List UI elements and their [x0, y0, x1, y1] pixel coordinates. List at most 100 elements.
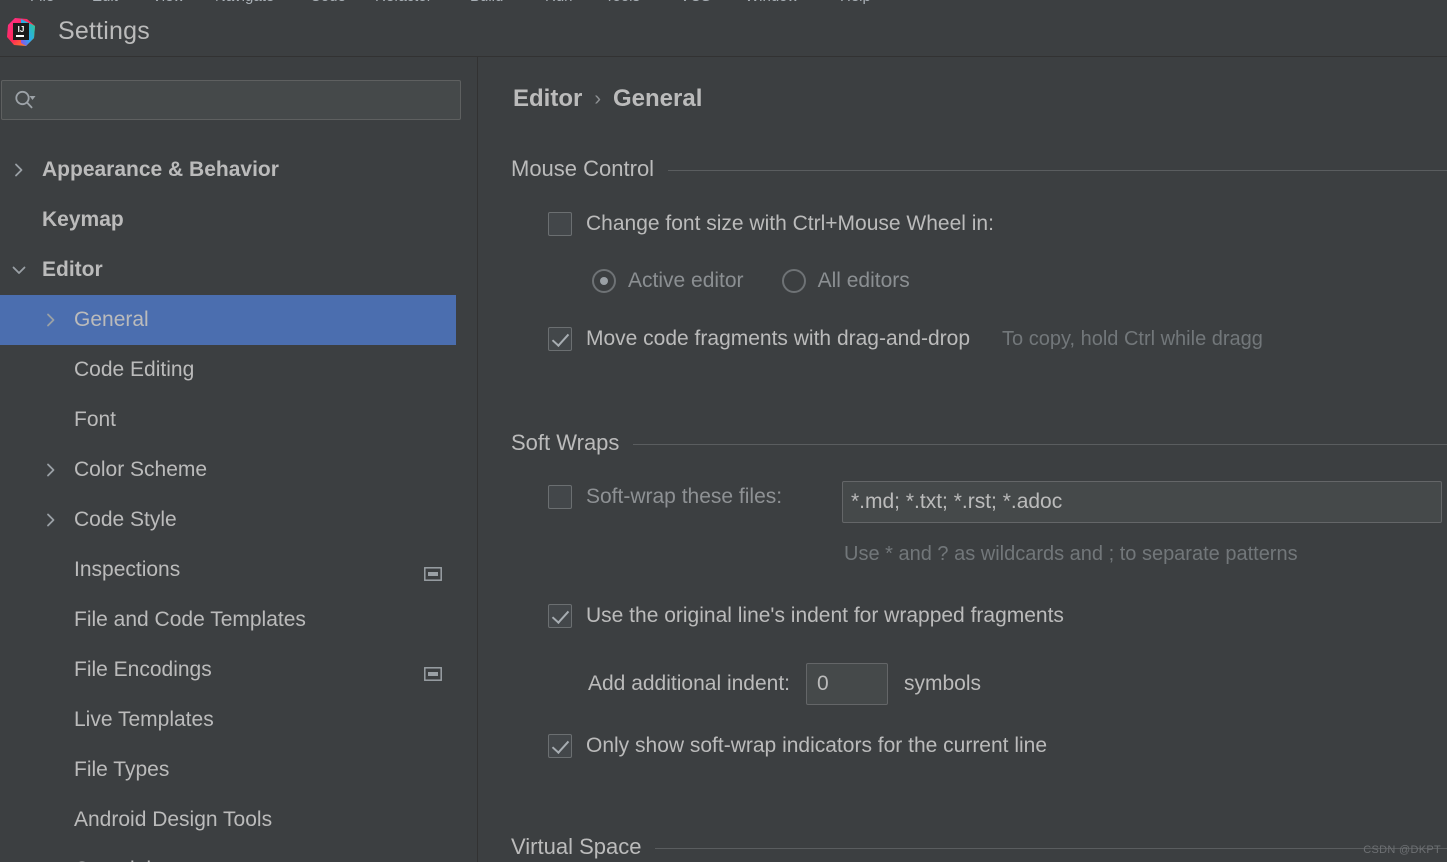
additional-indent-input[interactable]: [806, 663, 888, 705]
breadcrumb-parent[interactable]: Editor: [513, 85, 582, 113]
sidebar-item-file-types[interactable]: File Types: [0, 745, 478, 795]
settings-dialog: File Edit View Navigate Code Refactor Bu…: [0, 0, 1447, 862]
project-level-badge-icon: [424, 663, 442, 681]
sidebar-item-label: Font: [74, 408, 117, 431]
breadcrumb: Editor › General: [513, 85, 702, 113]
panel-divider: [477, 57, 478, 862]
menu-item-build[interactable]: Build: [470, 0, 503, 5]
menu-item-tools[interactable]: Tools: [605, 0, 640, 5]
svg-text:IJ: IJ: [18, 25, 25, 34]
search-box[interactable]: [1, 80, 461, 120]
search-input[interactable]: [39, 90, 460, 110]
only-current-line-row[interactable]: Only show soft-wrap indicators for the c…: [548, 734, 1047, 758]
drag-and-drop-hint: To copy, hold Ctrl while dragg: [1002, 327, 1263, 350]
section-mouse-control: Mouse Control: [511, 156, 1447, 182]
soft-wrap-files-hint-row: Use * and ? as wildcards and ; to separa…: [844, 543, 1298, 566]
soft-wrap-files-row[interactable]: Soft-wrap these files:: [548, 485, 782, 509]
sidebar-item-label: Code Editing: [74, 358, 195, 381]
project-level-badge-icon: [424, 563, 442, 581]
additional-indent-unit: symbols: [904, 672, 982, 695]
active-editor-label: Active editor: [628, 269, 744, 292]
section-virtual-space: Virtual Space: [511, 834, 1447, 860]
tree-no-toggle: [42, 611, 60, 629]
sidebar-scrollbar-track[interactable]: [456, 140, 933, 862]
tree-no-toggle: [42, 711, 60, 729]
sidebar-item-color-scheme[interactable]: Color Scheme: [0, 445, 478, 495]
sidebar-item-copyright[interactable]: Copyright: [0, 845, 478, 862]
intellij-idea-logo-icon: IJ: [6, 17, 36, 47]
chevron-right-icon[interactable]: [42, 511, 60, 529]
section-rule: [633, 444, 1447, 445]
tree-no-toggle: [42, 661, 60, 679]
soft-wrap-files-checkbox[interactable]: [548, 485, 572, 509]
change-font-size-checkbox[interactable]: [548, 212, 572, 236]
sidebar-item-file-encodings[interactable]: File Encodings: [0, 645, 478, 695]
sidebar-item-font[interactable]: Font: [0, 395, 478, 445]
drag-and-drop-checkbox[interactable]: [548, 327, 572, 351]
font-size-scope-radio-group[interactable]: Active editor All editors: [592, 269, 910, 293]
sidebar-item-android-design-tools[interactable]: Android Design Tools: [0, 795, 478, 845]
search-icon[interactable]: [13, 89, 39, 111]
all-editors-radio[interactable]: [781, 269, 806, 293]
drag-and-drop-checkbox-row[interactable]: Move code fragments with drag-and-drop T…: [548, 327, 1263, 351]
original-indent-checkbox[interactable]: [548, 604, 572, 628]
sidebar-item-label: Live Templates: [74, 708, 214, 731]
sidebar-item-inspections[interactable]: Inspections: [0, 545, 478, 595]
section-title-virtual-space: Virtual Space: [511, 834, 642, 859]
sidebar-item-editor[interactable]: Editor: [0, 245, 478, 295]
watermark: CSDN @DKPT: [1363, 844, 1441, 856]
change-font-size-checkbox-row[interactable]: Change font size with Ctrl+Mouse Wheel i…: [548, 212, 994, 236]
tree-no-toggle: [42, 411, 60, 429]
menu-item-refactor[interactable]: Refactor: [375, 0, 432, 5]
section-rule: [668, 170, 1447, 171]
original-indent-label: Use the original line's indent for wrapp…: [586, 604, 1064, 627]
menu-item-view[interactable]: View: [152, 0, 184, 5]
soft-wrap-files-hint: Use * and ? as wildcards and ; to separa…: [844, 543, 1298, 565]
soft-wrap-files-label: Soft-wrap these files:: [586, 485, 783, 508]
active-editor-radio[interactable]: [592, 269, 616, 293]
additional-indent-row[interactable]: Add additional indent: symbols: [588, 663, 981, 705]
menu-item-code[interactable]: Code: [310, 0, 346, 5]
sidebar-item-label: Color Scheme: [74, 458, 208, 481]
sidebar-item-file-and-code-templates[interactable]: File and Code Templates: [0, 595, 478, 645]
only-current-line-checkbox[interactable]: [548, 734, 572, 758]
sidebar-item-live-templates[interactable]: Live Templates: [0, 695, 478, 745]
dialog-title: Settings: [58, 16, 150, 45]
sidebar-item-appearance-behavior[interactable]: Appearance & Behavior: [0, 145, 478, 195]
all-editors-label: All editors: [817, 269, 910, 292]
original-indent-row[interactable]: Use the original line's indent for wrapp…: [548, 604, 1064, 628]
chevron-right-icon[interactable]: [10, 161, 28, 179]
breadcrumb-current: General: [613, 85, 703, 112]
sidebar-item-code-editing[interactable]: Code Editing: [0, 345, 478, 395]
only-current-line-label: Only show soft-wrap indicators for the c…: [586, 734, 1048, 757]
menu-item-navigate[interactable]: Navigate: [215, 0, 274, 5]
sidebar-item-label: File and Code Templates: [74, 608, 306, 631]
settings-tree[interactable]: Appearance & Behavior Keymap Editor General…: [0, 145, 478, 862]
sidebar-item-label: Editor: [42, 258, 103, 281]
sidebar-item-label: Copyright: [74, 858, 164, 862]
tree-no-toggle: [42, 761, 60, 779]
sidebar-item-label: Keymap: [42, 208, 124, 231]
menu-item-window[interactable]: Window: [745, 0, 798, 5]
menu-item-vcs[interactable]: VCS: [680, 0, 711, 5]
sidebar-item-label: Android Design Tools: [74, 808, 273, 831]
soft-wrap-files-input[interactable]: [842, 481, 1442, 523]
chevron-down-icon[interactable]: [10, 261, 28, 279]
chevron-right-icon[interactable]: [42, 461, 60, 479]
chevron-right-icon[interactable]: [42, 311, 60, 329]
menu-item-help[interactable]: Help: [840, 0, 871, 5]
section-soft-wraps: Soft Wraps: [511, 430, 1447, 456]
breadcrumb-separator-icon: ›: [594, 87, 601, 110]
menu-item-file[interactable]: File: [30, 0, 54, 5]
sidebar-item-code-style[interactable]: Code Style: [0, 495, 478, 545]
tree-no-toggle: [42, 811, 60, 829]
sidebar-item-general[interactable]: General: [0, 295, 478, 345]
section-title-soft-wraps: Soft Wraps: [511, 430, 620, 455]
sidebar-item-label: File Types: [74, 758, 170, 781]
tree-no-toggle: [42, 561, 60, 579]
menu-item-run[interactable]: Run: [545, 0, 573, 5]
sidebar-item-keymap[interactable]: Keymap: [0, 195, 478, 245]
tree-no-toggle: [42, 361, 60, 379]
menu-item-edit[interactable]: Edit: [92, 0, 118, 5]
sidebar-item-label: Code Style: [74, 508, 177, 531]
